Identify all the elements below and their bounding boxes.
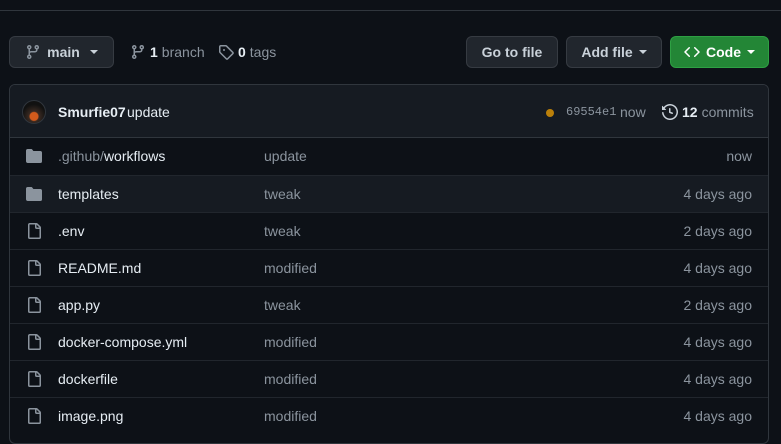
- file-name-text: app.py: [58, 297, 101, 313]
- file-icon: [26, 371, 44, 387]
- add-file-button[interactable]: Add file: [566, 36, 662, 68]
- file-row[interactable]: dockerfile modified 4 days ago: [10, 360, 768, 397]
- commit-author[interactable]: Smurfie07: [58, 104, 126, 120]
- file-row[interactable]: .github/workflows update now: [10, 138, 768, 175]
- file-row[interactable]: app.py tweak 2 days ago: [10, 286, 768, 323]
- file-name-text: templates: [58, 186, 119, 202]
- commit-sha[interactable]: 69554e1: [566, 105, 616, 119]
- file-row[interactable]: README.md modified 4 days ago: [10, 249, 768, 286]
- branches-count: 1: [150, 44, 158, 60]
- file-list: .github/workflows update now templates tweak…: [10, 138, 768, 434]
- file-name[interactable]: image.png: [58, 408, 123, 424]
- file-path-prefix: .github/: [58, 148, 104, 164]
- tags-link[interactable]: 0 tags: [218, 36, 276, 68]
- avatar[interactable]: [22, 100, 46, 124]
- commits-label: commits: [701, 104, 754, 120]
- file-name[interactable]: app.py: [58, 297, 100, 313]
- history-icon: [662, 104, 678, 120]
- branch-select-button[interactable]: main: [9, 36, 114, 68]
- file-icon: [26, 334, 44, 350]
- commits-count: 12: [682, 104, 698, 120]
- file-commit-age: 4 days ago: [683, 371, 753, 387]
- chevron-down-icon: [89, 50, 98, 54]
- file-icon: [26, 408, 44, 424]
- file-commit-message[interactable]: update: [264, 148, 307, 164]
- tags-label: tags: [249, 44, 277, 60]
- chevron-down-icon: [638, 50, 647, 54]
- file-name[interactable]: templates: [58, 186, 119, 202]
- folder-icon: [26, 186, 44, 202]
- file-name-text: README.md: [58, 260, 142, 276]
- file-row[interactable]: docker-compose.yml modified 4 days ago: [10, 323, 768, 360]
- status-dot-icon[interactable]: [546, 109, 554, 117]
- file-name[interactable]: .env: [58, 223, 84, 239]
- file-commit-message[interactable]: tweak: [264, 223, 301, 239]
- file-row[interactable]: image.png modified 4 days ago: [10, 397, 768, 434]
- file-name[interactable]: dockerfile: [58, 371, 118, 387]
- file-row[interactable]: templates tweak 4 days ago: [10, 175, 768, 212]
- tags-count: 0: [238, 44, 246, 60]
- chevron-down-icon: [747, 50, 755, 54]
- commits-link[interactable]: 12 commits: [662, 104, 754, 120]
- file-commit-age: 4 days ago: [683, 186, 753, 202]
- file-commit-message[interactable]: modified: [264, 408, 317, 424]
- file-commit-message[interactable]: modified: [264, 334, 317, 350]
- branch-name: main: [47, 44, 80, 60]
- file-name-text: .env: [58, 223, 85, 239]
- file-row[interactable]: .env tweak 2 days ago: [10, 212, 768, 249]
- file-commit-message[interactable]: tweak: [264, 297, 301, 313]
- file-commit-age: 4 days ago: [683, 334, 753, 350]
- git-branch-icon: [131, 45, 144, 60]
- code-button[interactable]: Code: [670, 36, 769, 68]
- branches-label: branch: [161, 44, 205, 60]
- file-commit-age: 4 days ago: [683, 260, 753, 276]
- file-name-text: docker-compose.yml: [58, 334, 188, 350]
- file-icon: [26, 297, 44, 313]
- file-name-text: dockerfile: [58, 371, 118, 387]
- file-commit-age: now: [726, 148, 752, 164]
- folder-icon: [26, 148, 44, 164]
- repo-toolbar: main 1 branch 0 tags Go to file Add file…: [9, 36, 769, 68]
- file-name-text: image.png: [58, 408, 124, 424]
- code-label: Code: [706, 44, 741, 60]
- file-name[interactable]: .github/workflows: [58, 148, 165, 164]
- file-icon: [26, 260, 44, 276]
- header-divider: [0, 10, 781, 11]
- commit-time: now: [620, 104, 646, 120]
- file-browser: Smurfie07 update 69554e1 now 12 commits …: [9, 84, 769, 444]
- file-name-text: workflows: [103, 148, 166, 164]
- add-file-label: Add file: [581, 44, 633, 60]
- go-to-file-button[interactable]: Go to file: [466, 36, 558, 68]
- file-name[interactable]: docker-compose.yml: [58, 334, 187, 350]
- file-icon: [26, 223, 44, 239]
- file-commit-age: 4 days ago: [683, 408, 753, 424]
- code-icon: [684, 46, 700, 58]
- file-name[interactable]: README.md: [58, 260, 141, 276]
- file-commit-age: 2 days ago: [683, 297, 753, 313]
- tag-icon: [219, 45, 234, 60]
- file-commit-message[interactable]: tweak: [264, 186, 301, 202]
- commit-message[interactable]: update: [127, 104, 170, 120]
- file-commit-age: 2 days ago: [683, 223, 753, 239]
- branches-link[interactable]: 1 branch: [130, 36, 205, 68]
- git-branch-icon: [27, 45, 40, 60]
- file-commit-message[interactable]: modified: [264, 260, 317, 276]
- latest-commit-bar: Smurfie07 update 69554e1 now 12 commits: [10, 85, 768, 138]
- go-to-file-label: Go to file: [481, 44, 543, 60]
- file-commit-message[interactable]: modified: [264, 371, 317, 387]
